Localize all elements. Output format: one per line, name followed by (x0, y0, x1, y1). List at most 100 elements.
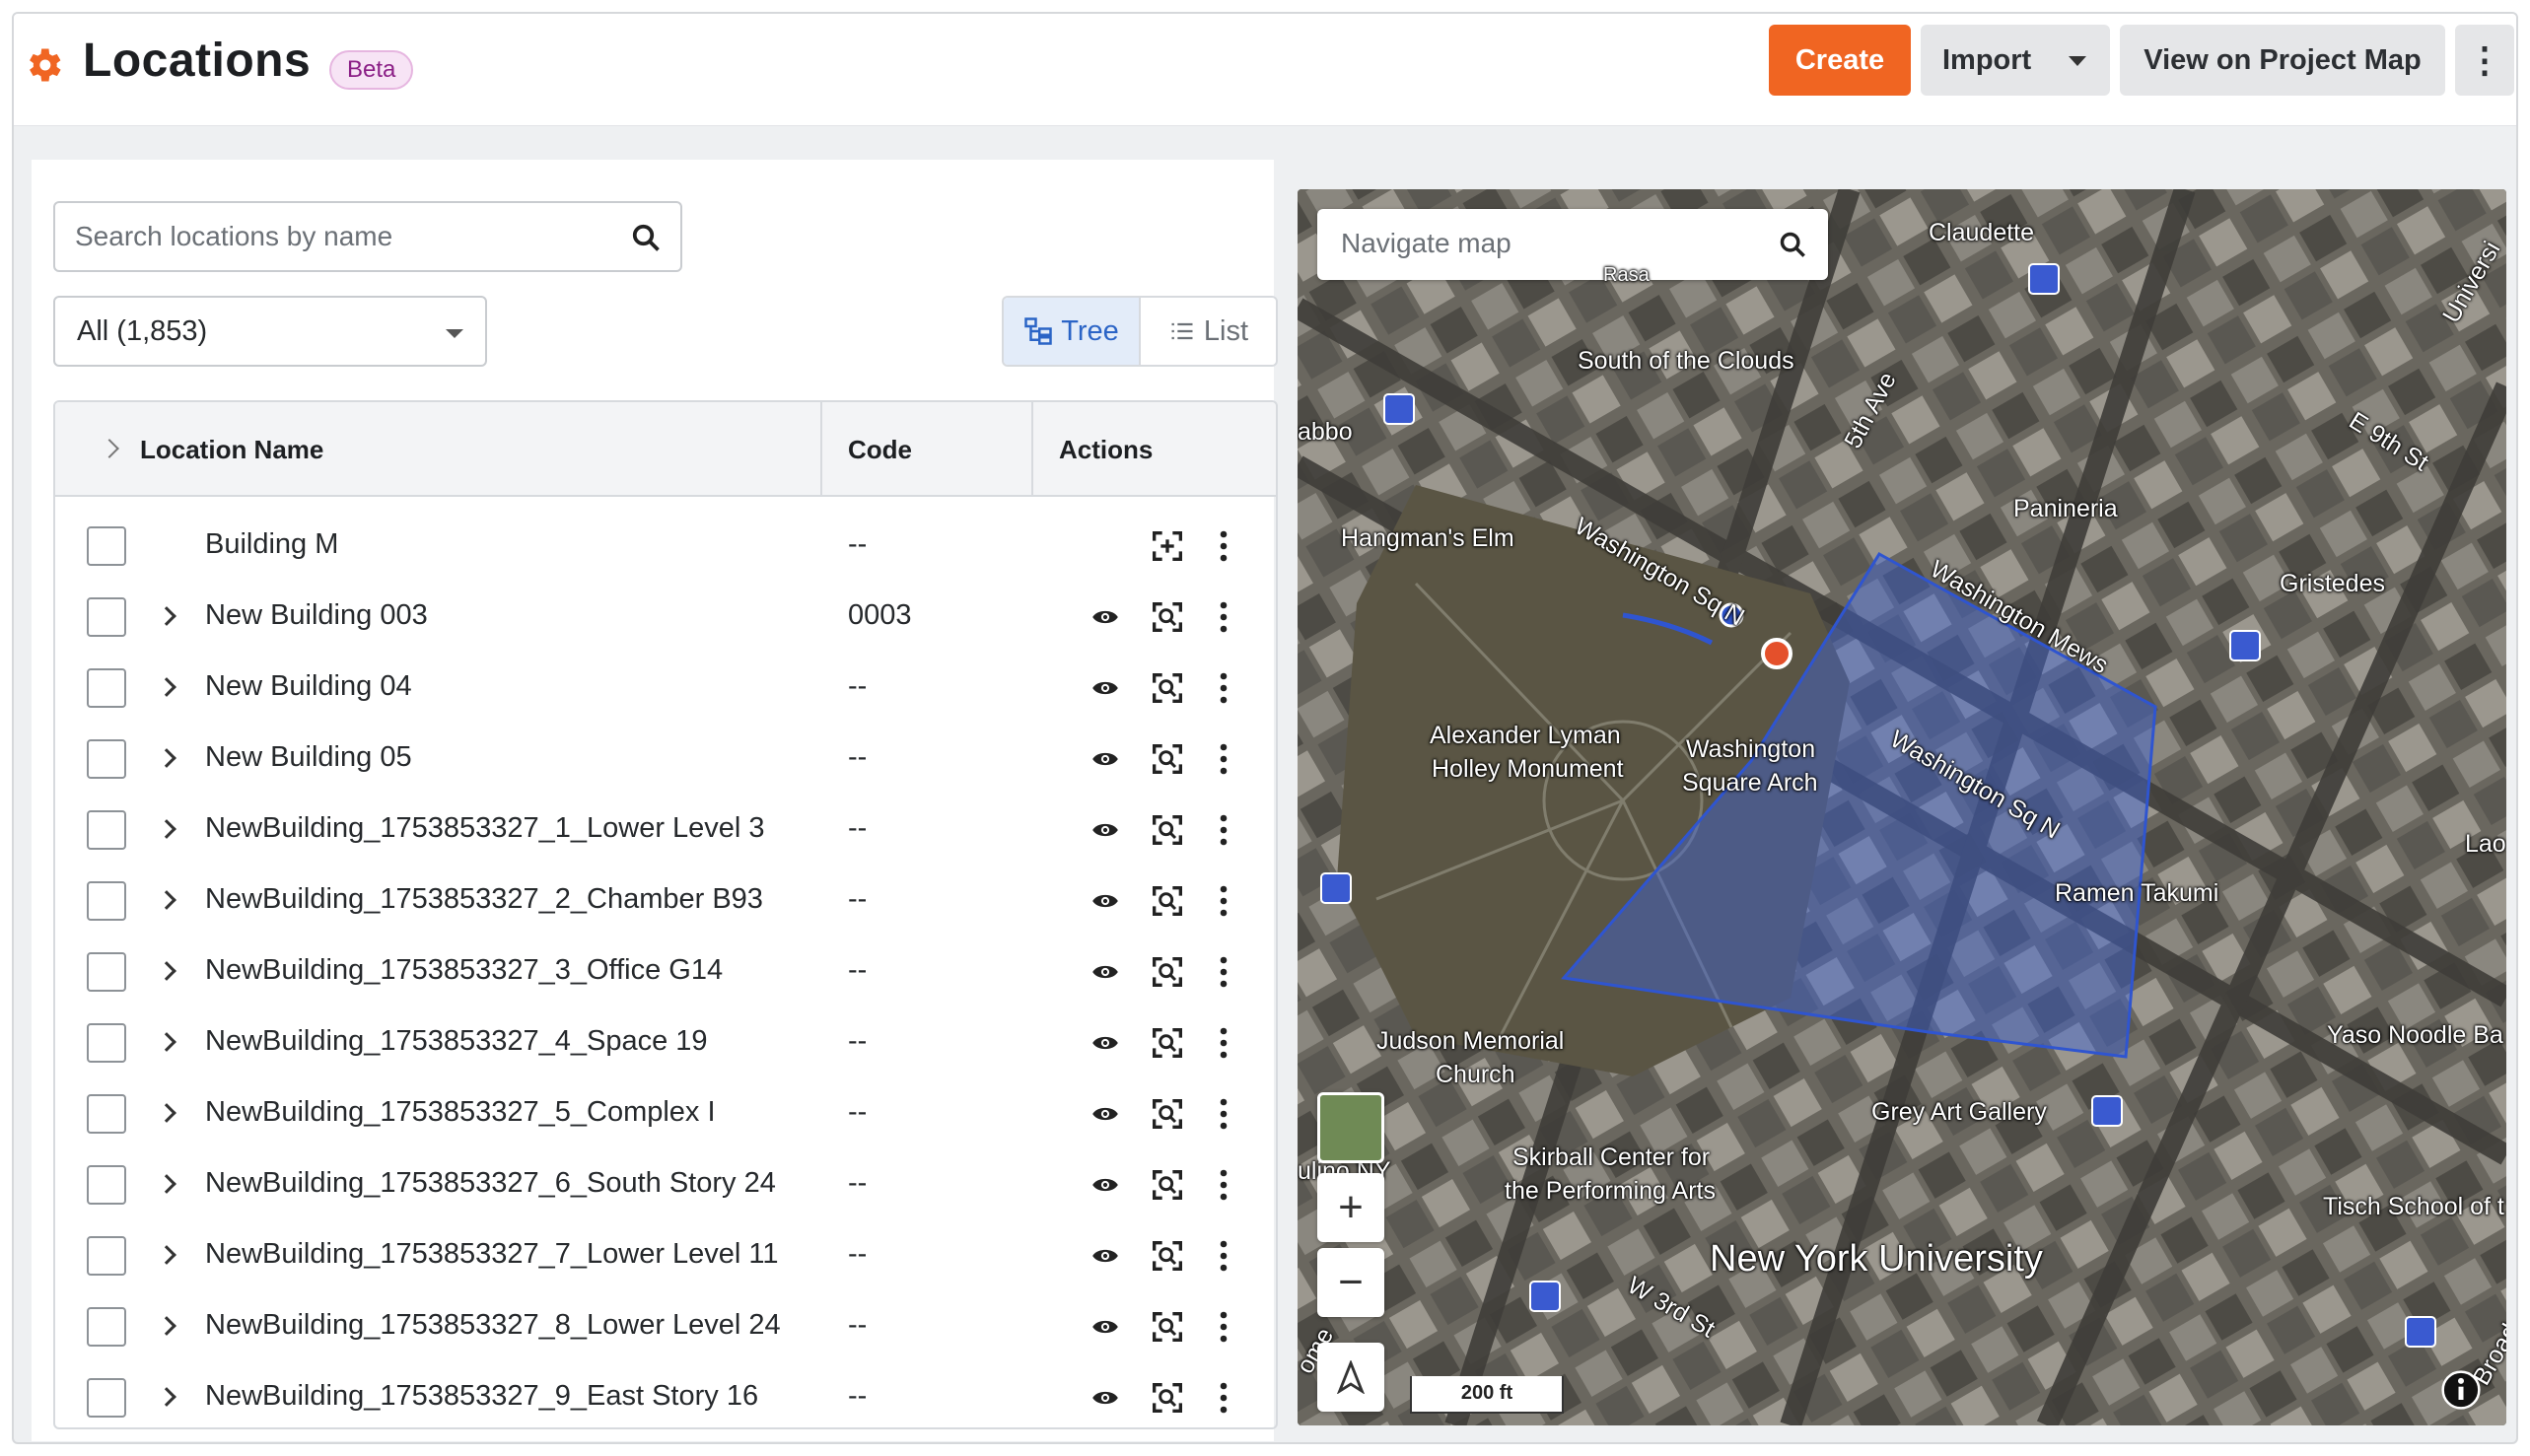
eye-icon[interactable] (1090, 887, 1120, 915)
focus-location-icon[interactable] (1152, 743, 1183, 775)
focus-location-icon[interactable] (1152, 1098, 1183, 1130)
table-row[interactable]: NewBuilding_1753853327_5_Complex I -- (55, 1078, 1276, 1149)
table-row[interactable]: NewBuilding_1753853327_9_East Story 16 -- (55, 1362, 1276, 1427)
search-icon[interactable] (1779, 231, 1806, 258)
focus-location-icon[interactable] (1152, 885, 1183, 917)
table-row[interactable]: New Building 05 -- (55, 724, 1276, 795)
row-checkbox[interactable] (87, 1378, 126, 1418)
eye-icon[interactable] (1090, 1313, 1120, 1341)
location-name[interactable]: NewBuilding_1753853327_3_Office G14 (205, 954, 723, 987)
more-vertical-icon[interactable] (1219, 1025, 1229, 1061)
row-checkbox[interactable] (87, 1165, 126, 1205)
row-checkbox[interactable] (87, 881, 126, 921)
tab-list[interactable]: List (1141, 298, 1276, 365)
column-header-location-name[interactable]: Location Name (55, 402, 822, 497)
zoom-out-button[interactable]: − (1317, 1248, 1384, 1317)
location-name[interactable]: NewBuilding_1753853327_7_Lower Level 11 (205, 1238, 779, 1271)
row-checkbox[interactable] (87, 526, 126, 566)
eye-icon[interactable] (1090, 1171, 1120, 1199)
table-row[interactable]: NewBuilding_1753853327_1_Lower Level 3 -- (55, 795, 1276, 866)
more-vertical-icon[interactable] (1219, 1096, 1229, 1132)
table-row[interactable]: NewBuilding_1753853327_8_Lower Level 24 -… (55, 1291, 1276, 1362)
more-vertical-icon[interactable] (1219, 1167, 1229, 1203)
focus-location-icon[interactable] (1152, 601, 1183, 633)
focus-location-icon[interactable] (1152, 1311, 1183, 1343)
eye-icon[interactable] (1090, 1029, 1120, 1057)
map-layer-toggle[interactable] (1317, 1092, 1384, 1163)
eye-icon[interactable] (1090, 1384, 1120, 1412)
row-checkbox[interactable] (87, 1236, 126, 1276)
location-name[interactable]: NewBuilding_1753853327_4_Space 19 (205, 1025, 708, 1058)
location-name[interactable]: NewBuilding_1753853327_1_Lower Level 3 (205, 812, 765, 845)
chevron-right-icon[interactable] (157, 606, 176, 626)
chevron-right-icon[interactable] (157, 961, 176, 981)
chevron-right-icon[interactable] (157, 819, 176, 839)
eye-icon[interactable] (1090, 816, 1120, 844)
map-search-input[interactable] (1341, 223, 1755, 264)
location-name[interactable]: NewBuilding_1753853327_2_Chamber B93 (205, 883, 763, 916)
focus-location-icon[interactable] (1152, 672, 1183, 704)
more-vertical-icon[interactable] (1219, 1380, 1229, 1416)
search-input[interactable] (75, 217, 607, 256)
more-vertical-icon[interactable] (1219, 812, 1229, 848)
row-checkbox[interactable] (87, 739, 126, 779)
table-row[interactable]: New Building 003 0003 (55, 582, 1276, 653)
view-on-project-map-button[interactable]: View on Project Map (2120, 25, 2445, 96)
more-vertical-icon[interactable] (1219, 954, 1229, 990)
chevron-right-icon[interactable] (157, 1174, 176, 1194)
table-row[interactable]: New Building 04 -- (55, 653, 1276, 724)
tab-tree[interactable]: Tree (1004, 298, 1141, 365)
chevron-right-icon[interactable] (157, 1316, 176, 1336)
table-row[interactable]: NewBuilding_1753853327_6_South Story 24 -… (55, 1149, 1276, 1220)
more-vertical-icon[interactable] (1219, 1309, 1229, 1345)
location-name[interactable]: NewBuilding_1753853327_9_East Story 16 (205, 1380, 758, 1413)
eye-icon[interactable] (1090, 603, 1120, 631)
table-row[interactable]: NewBuilding_1753853327_3_Office G14 -- (55, 936, 1276, 1007)
zoom-in-button[interactable]: + (1317, 1173, 1384, 1242)
more-options-button[interactable]: ⋮ (2455, 25, 2514, 96)
focus-location-icon[interactable] (1152, 814, 1183, 846)
row-checkbox[interactable] (87, 952, 126, 992)
location-name[interactable]: New Building 05 (205, 741, 412, 774)
column-header-code[interactable]: Code (824, 402, 1033, 497)
eye-icon[interactable] (1090, 1100, 1120, 1128)
search-box[interactable] (53, 201, 682, 272)
chevron-right-icon[interactable] (157, 677, 176, 697)
chevron-right-icon[interactable] (100, 439, 119, 458)
more-vertical-icon[interactable] (1219, 741, 1229, 777)
focus-location-icon[interactable] (1152, 956, 1183, 988)
eye-icon[interactable] (1090, 958, 1120, 986)
search-icon[interactable] (631, 223, 661, 252)
location-name[interactable]: NewBuilding_1753853327_8_Lower Level 24 (205, 1309, 781, 1342)
import-button[interactable]: Import (1921, 25, 2110, 96)
row-checkbox[interactable] (87, 668, 126, 708)
eye-icon[interactable] (1090, 1242, 1120, 1270)
more-vertical-icon[interactable] (1219, 1238, 1229, 1274)
map-search-box[interactable] (1317, 209, 1828, 280)
row-checkbox[interactable] (87, 1307, 126, 1347)
chevron-right-icon[interactable] (157, 1103, 176, 1123)
table-row[interactable]: NewBuilding_1753853327_2_Chamber B93 -- (55, 866, 1276, 936)
map-view[interactable]: Claudette Rasa South of the Clouds abbo … (1298, 189, 2506, 1425)
focus-location-icon[interactable] (1152, 1382, 1183, 1414)
chevron-right-icon[interactable] (157, 1032, 176, 1052)
info-icon[interactable] (2441, 1370, 2481, 1410)
table-row[interactable]: NewBuilding_1753853327_4_Space 19 -- (55, 1007, 1276, 1078)
compass-button[interactable] (1317, 1343, 1384, 1412)
table-row[interactable]: NewBuilding_1753853327_7_Lower Level 11 -… (55, 1220, 1276, 1291)
chevron-right-icon[interactable] (157, 1387, 176, 1407)
create-button[interactable]: Create (1769, 25, 1911, 96)
more-vertical-icon[interactable] (1219, 883, 1229, 919)
location-name[interactable]: NewBuilding_1753853327_5_Complex I (205, 1096, 716, 1129)
focus-location-icon[interactable] (1152, 1027, 1183, 1059)
row-checkbox[interactable] (87, 810, 126, 850)
location-name[interactable]: New Building 04 (205, 670, 412, 703)
filter-select[interactable]: All (1,853) (53, 296, 487, 367)
focus-location-icon[interactable] (1152, 530, 1183, 562)
eye-icon[interactable] (1090, 745, 1120, 773)
focus-location-icon[interactable] (1152, 1169, 1183, 1201)
more-vertical-icon[interactable] (1219, 599, 1229, 635)
row-checkbox[interactable] (87, 597, 126, 637)
table-row[interactable]: Building M -- (55, 511, 1276, 582)
more-vertical-icon[interactable] (1219, 528, 1229, 564)
